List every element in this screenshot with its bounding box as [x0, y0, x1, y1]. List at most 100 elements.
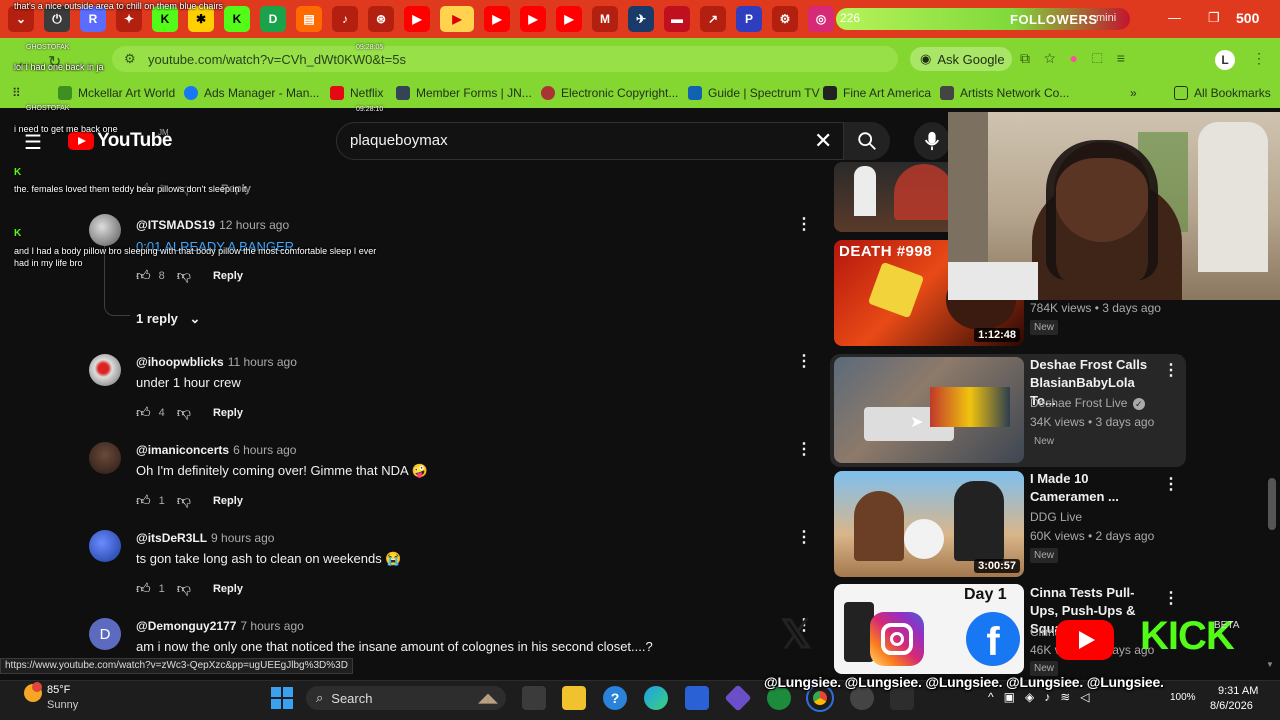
comment-menu-icon[interactable]: ⋮ [796, 351, 812, 371]
minimize-icon[interactable]: — [1168, 10, 1181, 25]
task-view-icon[interactable] [522, 686, 546, 710]
edge-icon[interactable] [644, 686, 668, 710]
store-icon[interactable] [685, 686, 709, 710]
chevron-up-icon[interactable]: ^ [988, 690, 1004, 704]
dislike-icon[interactable]: 👎︎ [177, 267, 191, 284]
bookmark-netflix[interactable]: Netflix [330, 86, 383, 100]
comment-time[interactable]: 6 hours ago [233, 443, 296, 457]
comment-author[interactable]: @Demonguy2177 7 hours ago [136, 619, 304, 633]
shield-icon[interactable]: ◈ [1025, 690, 1044, 704]
like-icon[interactable]: 👍︎ [136, 267, 151, 284]
weather-temperature[interactable]: 85°F [47, 684, 70, 696]
channel-name[interactable]: DDG Live [1030, 510, 1082, 524]
voice-search-button[interactable] [914, 122, 950, 160]
recommendation-menu-icon[interactable]: ⋮ [1163, 360, 1179, 380]
help-icon[interactable]: ? [603, 686, 627, 710]
site-info-icon[interactable]: ⚙ [124, 51, 136, 67]
clear-search-icon[interactable]: ✕ [814, 128, 832, 154]
reply-button[interactable]: Reply [213, 270, 243, 282]
tray-app-icon[interactable]: ▣ [1004, 690, 1025, 704]
tab-app-icon-5[interactable]: ▬ [664, 6, 690, 32]
recommendation-thumbnail[interactable] [834, 357, 1024, 463]
like-icon[interactable]: 👍︎ [136, 404, 151, 421]
tab-d[interactable]: D [260, 6, 286, 32]
comment-author[interactable]: @ihoopwblicks 11 hours ago [136, 355, 297, 369]
tab-tiktok[interactable]: ♪ [332, 6, 358, 32]
menu-dots-icon[interactable]: ⋮ [1252, 50, 1266, 67]
star-icon[interactable]: ☆ [1044, 50, 1069, 66]
comment-menu-icon[interactable]: ⋮ [796, 214, 812, 234]
extensions-icon[interactable]: ⬚ [1092, 50, 1117, 66]
restore-icon[interactable]: ❐ [1208, 10, 1220, 26]
avatar[interactable] [89, 214, 121, 246]
bookmark-member-forms[interactable]: Member Forms | JN... [396, 86, 532, 100]
bookmarks-overflow-icon[interactable]: » [1130, 86, 1137, 100]
ask-google-button[interactable]: ◉ Ask Google [910, 47, 1012, 71]
avatar[interactable]: D [89, 618, 121, 650]
tab-app-icon-6[interactable]: ↗ [700, 6, 726, 32]
bookmark-ads-manager[interactable]: Ads Manager - Man... [184, 86, 319, 100]
bookmark-artists-network[interactable]: Artists Network Co... [940, 86, 1069, 100]
comment-menu-icon[interactable]: ⋮ [796, 527, 812, 547]
bookmark-fine-art-america[interactable]: Fine Art America [823, 86, 931, 100]
comment-menu-icon[interactable]: ⋮ [796, 439, 812, 459]
tab-youtube-3[interactable]: ▶ [520, 6, 546, 32]
reply-button[interactable]: Reply [213, 583, 243, 595]
tab-app-icon-3[interactable]: ▤ [296, 6, 322, 32]
tab-kick-2[interactable]: K [224, 6, 250, 32]
dislike-icon[interactable]: 👎︎ [177, 580, 191, 597]
tab-youtube-4[interactable]: ▶ [556, 6, 582, 32]
battery-percent[interactable]: 100% [1170, 692, 1196, 703]
comment-time[interactable]: 9 hours ago [211, 531, 274, 545]
tab-youtube-active[interactable]: ▶ [440, 6, 474, 32]
like-icon[interactable]: 👍︎ [136, 580, 151, 597]
scroll-down-icon[interactable]: ▼ [1266, 660, 1274, 669]
system-tray[interactable]: ^▣◈♪≋◁ [988, 690, 1100, 704]
comment-author[interactable]: @imaniconcerts 6 hours ago [136, 443, 296, 457]
tab-m[interactable]: M [592, 6, 618, 32]
avatar[interactable] [89, 354, 121, 386]
taskbar-search[interactable]: ⌕ Search ◢◣ [306, 686, 506, 710]
weather-condition[interactable]: Sunny [47, 699, 78, 711]
bookmark-spectrum[interactable]: Guide | Spectrum TV [688, 86, 820, 100]
volume-icon[interactable]: ◁ [1080, 690, 1099, 704]
search-button[interactable] [844, 122, 890, 160]
tab-chatgpt[interactable]: ⊛ [368, 6, 394, 32]
recommendation-menu-icon[interactable]: ⋮ [1163, 474, 1179, 494]
bookmark-electronic-copyright[interactable]: Electronic Copyright... [541, 86, 678, 100]
url-text[interactable]: youtube.com/watch?v=CVh_dWt0KW0&t=5s [148, 52, 406, 67]
windows-start-icon[interactable] [271, 687, 293, 709]
avatar[interactable] [89, 442, 121, 474]
comment-author[interactable]: @ITSMADS19 12 hours ago [136, 218, 289, 232]
search-query[interactable]: plaqueboymax [350, 132, 448, 149]
dislike-icon[interactable]: 👎︎ [177, 404, 191, 421]
avatar[interactable] [89, 530, 121, 562]
install-icon[interactable]: ⧉ [1020, 50, 1044, 66]
media-icon[interactable]: ≡ [1117, 50, 1139, 66]
comment-time[interactable]: 7 hours ago [240, 619, 303, 633]
toolbar-extensions[interactable]: ⧉☆●⬚≡ [1020, 50, 1139, 67]
record-icon[interactable]: ● [1069, 50, 1091, 66]
profile-avatar[interactable]: L [1215, 50, 1235, 70]
bookmark-mckellar[interactable]: Mckellar Art World [58, 86, 175, 100]
recommendation-menu-icon[interactable]: ⋮ [1163, 588, 1179, 608]
clock-time[interactable]: 9:31 AM [1218, 685, 1258, 697]
page-scrollbar[interactable] [1268, 478, 1276, 530]
like-icon[interactable]: 👍︎ [136, 492, 151, 509]
comment-author[interactable]: @itsDeR3LL 9 hours ago [136, 531, 274, 545]
all-bookmarks[interactable]: All Bookmarks [1174, 86, 1271, 100]
channel-name[interactable]: Deshae Frost Live ✓ [1030, 396, 1145, 410]
recommendation-thumbnail[interactable]: 3:00:57 [834, 471, 1024, 577]
comment-time[interactable]: 12 hours ago [219, 218, 289, 232]
wifi-icon[interactable]: ≋ [1060, 690, 1080, 704]
microphone-icon[interactable]: ♪ [1044, 690, 1060, 704]
apps-grid-icon[interactable]: ⠿ [12, 86, 21, 100]
reply-button[interactable]: Reply [213, 407, 243, 419]
tab-app-icon-7[interactable]: P [736, 6, 762, 32]
tab-app-icon-4[interactable]: ✈ [628, 6, 654, 32]
replies-toggle[interactable]: 1 reply ⌄ [136, 311, 200, 327]
reply-button[interactable]: Reply [213, 495, 243, 507]
dislike-icon[interactable]: 👎︎ [177, 492, 191, 509]
tab-instagram[interactable]: ◎ [808, 6, 834, 32]
video-title[interactable]: I Made 10 Cameramen ... [1030, 470, 1162, 506]
